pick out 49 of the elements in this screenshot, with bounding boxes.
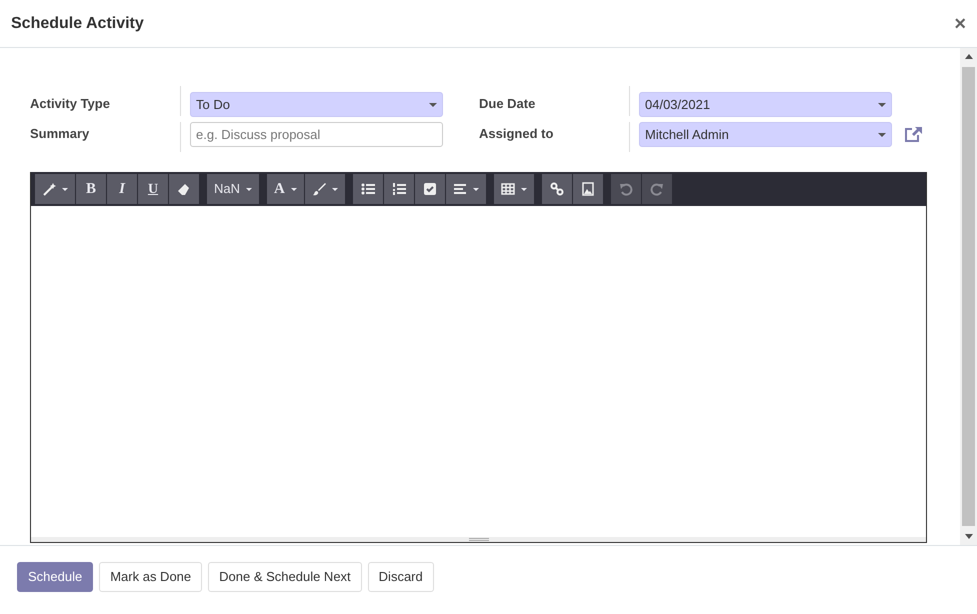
external-link-icon[interactable]	[904, 126, 923, 142]
toolbar-button[interactable]: A	[267, 174, 304, 204]
toolbar-button[interactable]	[35, 174, 75, 204]
toolbar-button[interactable]	[304, 174, 345, 204]
field-label: Activity Type	[30, 95, 111, 114]
field-label: Assigned to	[479, 125, 554, 144]
bullet-list-icon	[360, 182, 375, 196]
image-icon	[580, 182, 595, 196]
toolbar-button[interactable]: B	[76, 174, 106, 204]
dialog-button[interactable]: Schedule	[17, 562, 94, 592]
align-icon	[452, 182, 467, 196]
dialog-title: Schedule Activity	[11, 14, 144, 34]
select-field[interactable]: Mitchell Admin	[639, 122, 892, 146]
magic-wand-icon	[42, 182, 56, 196]
select-field[interactable]: To Do	[190, 92, 443, 116]
toolbar-button[interactable]	[352, 174, 383, 204]
select-field[interactable]: 04/03/2021	[639, 92, 892, 116]
dialog-button[interactable]: Discard	[368, 562, 434, 592]
dialog-button[interactable]: Mark as Done	[99, 562, 202, 592]
resize-handle-icon[interactable]	[468, 538, 488, 541]
caret-icon	[429, 102, 437, 106]
eraser-icon	[177, 182, 191, 196]
toolbar-button[interactable]	[169, 174, 199, 204]
toolbar-button[interactable]: U	[138, 174, 168, 204]
toolbar-button[interactable]	[542, 174, 572, 204]
toolbar-button[interactable]	[572, 174, 603, 204]
field-label: Due Date	[479, 95, 536, 114]
toolbar-button[interactable]: I	[107, 174, 137, 204]
checklist-icon	[422, 182, 437, 196]
caret-icon	[878, 132, 886, 136]
numbered-list-icon	[392, 182, 406, 196]
dialog-button[interactable]: Done & Schedule Next	[208, 562, 362, 592]
field-label: Summary	[30, 125, 90, 144]
scroll-up-icon[interactable]	[964, 54, 972, 59]
toolbar-button[interactable]	[414, 174, 445, 204]
scroll-down-icon[interactable]	[964, 534, 972, 539]
undo-icon	[618, 182, 633, 196]
toolbar-button[interactable]	[446, 174, 486, 204]
table-icon	[500, 182, 515, 196]
redo-icon	[650, 182, 664, 196]
caret-icon	[878, 102, 886, 106]
toolbar-button[interactable]	[494, 174, 534, 204]
link-icon	[550, 182, 564, 196]
brush-icon	[312, 182, 326, 196]
toolbar-button[interactable]	[384, 174, 414, 204]
scrollbar[interactable]	[960, 48, 977, 545]
toolbar-button[interactable]: NaN	[207, 174, 260, 204]
close-button[interactable]: ×	[954, 14, 966, 34]
input-field[interactable]: e.g. Discuss proposal	[190, 122, 443, 146]
